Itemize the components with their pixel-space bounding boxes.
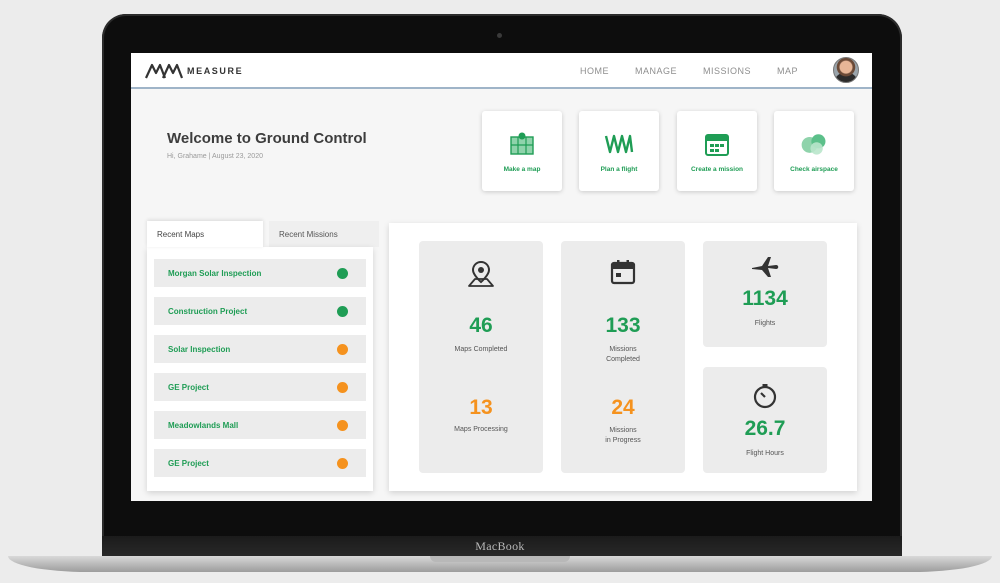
logo-text: MEASURE [187, 66, 244, 76]
maps-processing-value: 13 [469, 396, 493, 419]
list-item[interactable]: GE Project [154, 373, 366, 401]
nav-links: HOME MANAGE MISSIONS MAP [554, 53, 798, 89]
user-avatar[interactable] [833, 57, 859, 83]
laptop-base-notch [430, 556, 570, 562]
nav-link-map[interactable]: MAP [777, 66, 798, 76]
app-screen: MEASURE HOME MANAGE MISSIONS MAP Welcome… [131, 53, 872, 501]
recent-maps-panel: Morgan Solar Inspection Construction Pro… [147, 247, 373, 491]
list-item[interactable]: Morgan Solar Inspection [154, 259, 366, 287]
tab-recent-missions[interactable]: Recent Missions [269, 221, 379, 247]
status-processing-icon [337, 381, 348, 393]
create-mission-button[interactable]: Create a mission [677, 111, 757, 191]
nav-link-manage[interactable]: MANAGE [635, 66, 677, 76]
list-item[interactable]: Solar Inspection [154, 335, 366, 363]
maps-processing-label: Maps Processing [454, 426, 508, 433]
flights-value: 1134 [742, 287, 788, 310]
map-name: GE Project [168, 382, 209, 392]
map-name: Morgan Solar Inspection [168, 268, 262, 278]
missions-in-progress-value: 24 [611, 396, 635, 419]
device-label: MacBook [475, 539, 525, 553]
status-complete-icon [337, 305, 348, 317]
list-item[interactable]: GE Project [154, 449, 366, 477]
plan-flight-button[interactable]: Plan a flight [579, 111, 659, 191]
list-item[interactable]: Construction Project [154, 297, 366, 325]
airplane-icon [703, 255, 827, 279]
map-grid-icon [507, 131, 537, 157]
status-processing-icon [337, 419, 348, 431]
logo[interactable]: MEASURE [145, 62, 243, 80]
logo-mark-icon [145, 63, 183, 79]
calendar-icon [561, 259, 685, 285]
missions-in-progress-label-line1: Missions [609, 427, 637, 434]
missions-completed-label-line2: Completed [606, 356, 640, 363]
maps-stat-card: 46 Maps Completed 13 Maps Processing [419, 241, 543, 473]
map-name: GE Project [168, 458, 209, 468]
flights-label: Flights [754, 320, 776, 327]
status-processing-icon [337, 343, 348, 355]
missions-in-progress-label-line2: in Progress [605, 437, 641, 444]
flights-stat-card: 1134 Flights [703, 241, 827, 347]
map-pin-icon [419, 259, 543, 289]
list-item[interactable]: Meadowlands Mall [154, 411, 366, 439]
flight-path-icon [604, 131, 634, 157]
maps-completed-value: 46 [469, 314, 493, 337]
check-airspace-label: Check airspace [790, 166, 838, 173]
nav-link-home[interactable]: HOME [580, 66, 609, 76]
welcome-subtitle: Hi, Grahame | August 23, 2020 [167, 153, 263, 160]
make-map-button[interactable]: Make a map [482, 111, 562, 191]
stats-panel: 46 Maps Completed 13 Maps Processing 133… [389, 223, 857, 491]
status-processing-icon [337, 457, 348, 469]
status-complete-icon [337, 267, 348, 279]
page-title: Welcome to Ground Control [167, 130, 367, 147]
missions-stat-card: 133 Missions Completed 24 Missions in Pr… [561, 241, 685, 473]
check-airspace-button[interactable]: Check airspace [774, 111, 854, 191]
map-name: Meadowlands Mall [168, 420, 239, 430]
flight-hours-label: Flight Hours [746, 450, 784, 457]
nav-link-missions[interactable]: MISSIONS [703, 66, 751, 76]
tab-recent-maps[interactable]: Recent Maps [147, 221, 263, 247]
flight-hours-stat-card: 26.7 Flight Hours [703, 367, 827, 473]
missions-completed-label-line1: Missions [609, 346, 637, 353]
create-mission-label: Create a mission [690, 166, 744, 173]
make-map-label: Make a map [503, 166, 541, 173]
timer-icon [703, 383, 827, 409]
top-navbar: MEASURE HOME MANAGE MISSIONS MAP [131, 53, 872, 89]
plan-flight-label: Plan a flight [600, 166, 638, 173]
map-name: Solar Inspection [168, 344, 231, 354]
map-name: Construction Project [168, 306, 248, 316]
airspace-circles-icon [799, 131, 829, 157]
maps-completed-label: Maps Completed [454, 346, 508, 353]
missions-completed-value: 133 [605, 314, 641, 337]
webcam [497, 33, 502, 38]
flight-hours-value: 26.7 [744, 417, 786, 440]
calendar-icon [702, 131, 732, 157]
